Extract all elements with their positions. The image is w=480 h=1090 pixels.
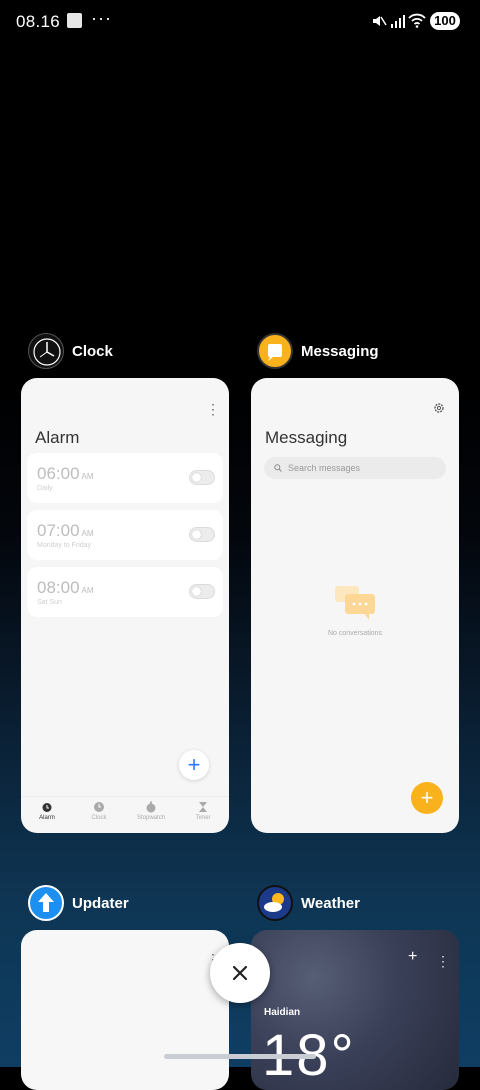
clear-all-button[interactable] bbox=[210, 943, 270, 1003]
alarm-repeat: Sat Sun bbox=[37, 599, 62, 606]
alarm-toggle[interactable] bbox=[189, 584, 215, 599]
tab-label: Stopwatch bbox=[136, 815, 166, 821]
updater-app-header[interactable]: Updater bbox=[28, 883, 129, 923]
alarm-toggle[interactable] bbox=[189, 470, 215, 485]
alarm-item[interactable]: 07:00 AM Monday to Friday bbox=[27, 510, 223, 560]
alarm-repeat: Daily bbox=[37, 485, 53, 492]
stopwatch-icon bbox=[146, 801, 156, 813]
no-conversations-text: No conversations bbox=[327, 630, 383, 637]
weather-city: Haidian bbox=[264, 1007, 301, 1018]
tab-label: Clock bbox=[91, 815, 107, 821]
alarm-time: 07:00 AM bbox=[37, 521, 94, 540]
tab-stopwatch[interactable]: Stopwatch bbox=[125, 797, 177, 833]
tab-alarm[interactable]: Alarm bbox=[21, 797, 73, 833]
alarm-icon bbox=[42, 803, 52, 812]
updater-app-icon bbox=[28, 885, 64, 921]
weather-app-name: Weather bbox=[301, 894, 360, 912]
messaging-app-name: Messaging bbox=[301, 342, 379, 360]
search-icon bbox=[274, 464, 282, 472]
tab-timer[interactable]: Timer bbox=[177, 797, 229, 833]
alarm-repeat: Monday to Friday bbox=[37, 542, 92, 549]
alarm-item[interactable]: 08:00 AM Sat Sun bbox=[27, 567, 223, 617]
status-time: 08.16 bbox=[16, 12, 61, 31]
alarm-toggle[interactable] bbox=[189, 527, 215, 542]
search-placeholder: Search messages bbox=[288, 463, 361, 473]
messaging-app-header[interactable]: Messaging bbox=[257, 331, 379, 371]
tab-label: Alarm bbox=[39, 815, 55, 821]
settings-gear-icon[interactable] bbox=[433, 402, 445, 414]
new-message-button[interactable]: + bbox=[411, 782, 443, 814]
hourglass-icon bbox=[199, 802, 207, 812]
signal-icon bbox=[391, 15, 405, 28]
add-city-icon[interactable]: + bbox=[408, 948, 417, 966]
empty-chat-icon bbox=[335, 586, 375, 620]
clock-app-header[interactable]: Clock bbox=[28, 331, 113, 371]
close-icon bbox=[232, 965, 248, 981]
alarm-time: 08:00 AM bbox=[37, 578, 94, 597]
notification-square-icon bbox=[67, 13, 82, 28]
weather-app-icon bbox=[257, 885, 293, 921]
home-indicator[interactable] bbox=[164, 1054, 316, 1059]
updater-app-card[interactable]: ⋮ bbox=[21, 930, 229, 1090]
weather-app-card[interactable]: + ⋮ Haidian 18° bbox=[251, 930, 459, 1090]
clock-more-icon[interactable]: ⋮ bbox=[206, 402, 220, 416]
clock-icon bbox=[94, 802, 104, 812]
add-alarm-button[interactable]: + bbox=[179, 750, 209, 780]
more-notifications-icon: ··· bbox=[91, 8, 112, 28]
updater-app-name: Updater bbox=[72, 894, 129, 912]
weather-more-icon[interactable]: ⋮ bbox=[436, 954, 450, 968]
alarm-title: Alarm bbox=[35, 428, 80, 447]
weather-app-header[interactable]: Weather bbox=[257, 883, 360, 923]
alarm-item[interactable]: 06:00 AM Daily bbox=[27, 453, 223, 503]
messaging-app-card[interactable]: Messaging Search messages No conversatio… bbox=[251, 378, 459, 833]
battery-indicator: 100 bbox=[430, 12, 460, 30]
messaging-app-icon bbox=[257, 333, 293, 369]
alarm-time: 06:00 AM bbox=[37, 464, 94, 483]
clock-tab-bar: Alarm Clock Stopwatch Timer bbox=[21, 796, 229, 833]
clock-app-name: Clock bbox=[72, 342, 113, 360]
tab-label: Timer bbox=[195, 815, 211, 821]
clock-app-card[interactable]: ⋮ Alarm 06:00 AM Daily 07:00 AM Monday to … bbox=[21, 378, 229, 833]
mute-icon bbox=[373, 16, 387, 26]
messaging-title: Messaging bbox=[265, 428, 348, 447]
tab-clock[interactable]: Clock bbox=[73, 797, 125, 833]
wifi-icon bbox=[408, 13, 426, 28]
status-bar: 08.16 ··· 100 bbox=[0, 0, 480, 42]
search-messages-field[interactable]: Search messages bbox=[264, 457, 446, 479]
clock-app-icon bbox=[28, 333, 64, 369]
